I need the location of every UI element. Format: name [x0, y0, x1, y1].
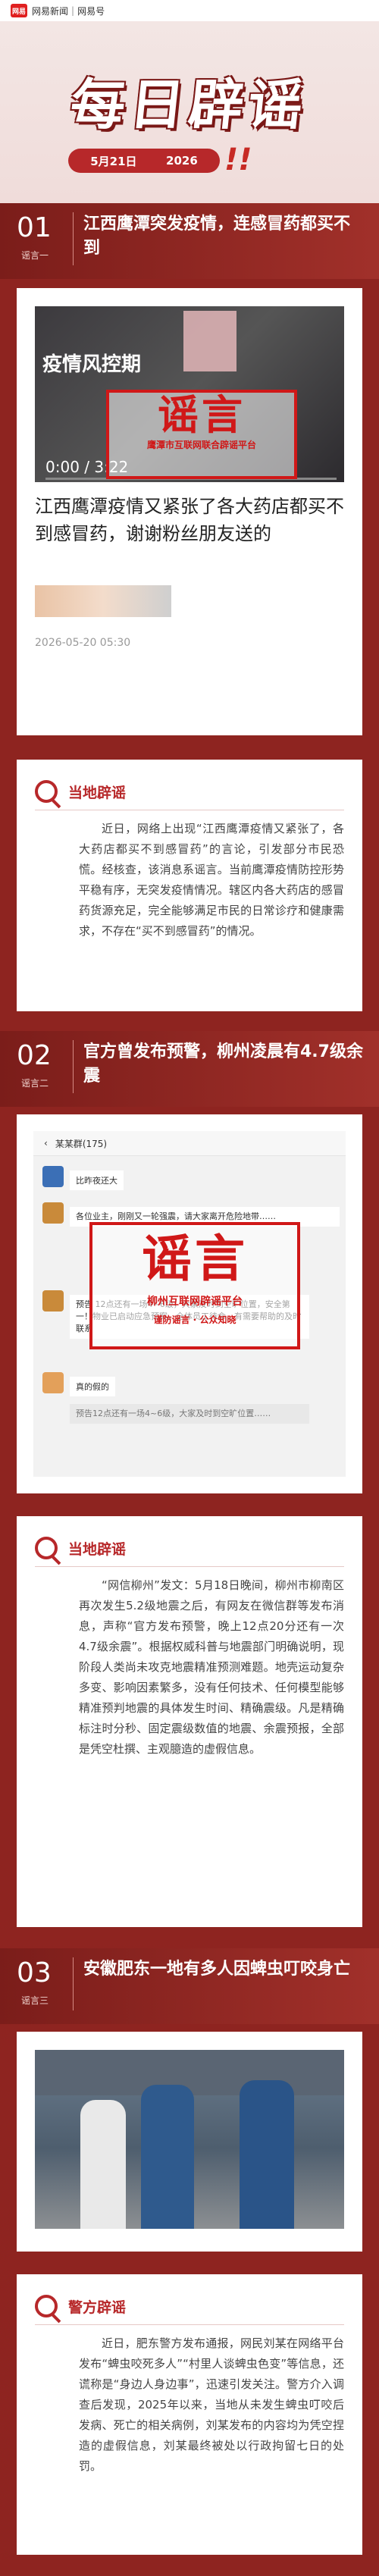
hero-banner: 每日辟谣 5月21日 2026 !!: [0, 21, 379, 203]
brand-name: 网易新闻: [32, 5, 69, 17]
section-divider: [73, 1957, 74, 2010]
debunk-text: 近日，网络上出现“江西鹰潭疫情又紧张了，各大药店都买不到感冒药”的言论，引发部分…: [79, 822, 344, 938]
avatar: [42, 1166, 64, 1187]
exclamation-marks: !!: [224, 143, 252, 177]
section-1-header: 01 谣言一 江西鹰潭突发疫情，连感冒药都买不到: [0, 203, 379, 279]
magnifier-icon: [35, 1537, 58, 1559]
back-icon[interactable]: ‹: [44, 1138, 48, 1149]
video-thumbnail[interactable]: 疫情风控期 0:00 / 3:22 谣言 鹰潭市互联网联合辟谣平台: [35, 306, 344, 482]
debunk-3-card: 警方辟谣 近日，肥东警方发布通报，网民刘某在网络平台发布“蜱虫咬死多人”“村里人…: [17, 2274, 362, 2555]
chat-message: 真的假的: [70, 1377, 115, 1396]
section-number: 01: [17, 212, 52, 243]
rumor-stamp: 谣言 柳州互联网辟谣平台 谨防谣言 · 公众知晓: [89, 1222, 300, 1349]
stamp-sub-text: 鹰潭市互联网联合辟谣平台: [146, 440, 256, 450]
chat-screenshot: ‹ 某某群(175) 比昨夜还大 各位业主，刚刚又一轮强震，请大家离开危险地带……: [33, 1131, 346, 1477]
section-title: 安徽肥东一地有多人因蜱虫叮咬身亡: [83, 1960, 351, 1979]
section-number: 02: [17, 1040, 52, 1071]
debunk-2-card: 当地辟谣 “网信柳州”发文：5月18日晚间，柳州市柳南区再次发生5.2级地震之后…: [17, 1516, 362, 1927]
date-label: 5月21日: [90, 154, 137, 168]
divider: [35, 2324, 344, 2325]
section-tag: 谣言一: [21, 250, 49, 261]
section-title: 官方曾发布预警，柳州凌晨有4.7级余震: [83, 1042, 363, 1086]
year-label: 2026: [166, 154, 198, 168]
debunk-title: 当地辟谣: [68, 1540, 127, 1558]
magnifier-icon: [35, 2295, 58, 2317]
section-tag: 谣言二: [21, 1078, 49, 1089]
rumor-1-card: 疫情风控期 0:00 / 3:22 谣言 鹰潭市互联网联合辟谣平台 江西鹰潭疫情…: [17, 288, 362, 735]
stamp-main-text: 谣言: [158, 391, 246, 439]
quoted-message: 预告12点还有一场4~6级，大家及时到空旷位置……: [70, 1404, 309, 1424]
debunk-title: 当地辟谣: [68, 784, 127, 801]
chat-title: 某某群(175): [55, 1138, 108, 1149]
avatar: [42, 1372, 64, 1393]
section-number: 03: [17, 1957, 52, 1988]
section-title: 江西鹰潭突发疫情，连感冒药都买不到: [83, 215, 351, 258]
stamp-sub-text-2: 谨防谣言 · 公众知晓: [153, 1315, 236, 1325]
debunk-text: 近日，肥东警方发布通报，网民刘某在网络平台发布“蜱虫咬死多人”“村里人谈蜱虫色变…: [79, 2336, 344, 2473]
date-pill: 5月21日 2026: [68, 149, 220, 173]
brand-separator: |: [71, 5, 75, 16]
rumor-3-card: [17, 2032, 362, 2252]
avatar: [42, 1290, 64, 1312]
debunk-1-card: 当地辟谣 近日，网络上出现“江西鹰潭疫情又紧张了，各大药店都买不到感冒药”的言论…: [17, 760, 362, 1011]
news-date: 2026-05-20 05:30: [35, 637, 131, 649]
section-divider: [73, 1040, 74, 1093]
debunk-text: “网信柳州”发文：5月18日晚间，柳州市柳南区再次发生5.2级地震之后，有网友在…: [79, 1578, 344, 1756]
news-title: 江西鹰潭疫情又紧张了各大药店都买不到感冒药，谢谢粉丝朋友送的: [35, 496, 344, 544]
magnifier-icon: [35, 780, 58, 803]
chat-header: ‹ 某某群(175): [33, 1131, 346, 1156]
police-officer-figure: [240, 2080, 294, 2229]
top-bar: 网易 网易新闻 | 网易号: [0, 0, 379, 21]
stamp-main-text: 谣言: [142, 1230, 248, 1288]
netease-logo: 网易: [11, 4, 27, 17]
section-divider: [73, 212, 74, 265]
rumor-stamp: 谣言 鹰潭市互联网联合辟谣平台: [106, 390, 297, 479]
police-officer-figure: [141, 2085, 194, 2229]
person-figure: [80, 2100, 126, 2229]
mosaic-face: [183, 311, 236, 371]
page-title: 每日辟谣: [67, 72, 311, 136]
video-caption: 疫情风控期: [42, 353, 142, 376]
chat-message: 比昨夜还大: [70, 1170, 124, 1190]
rumor-2-card: ‹ 某某群(175) 比昨夜还大 各位业主，刚刚又一轮强震，请大家离开危险地带……: [17, 1114, 362, 1493]
section-3-header: 03 谣言三 安徽肥东一地有多人因蜱虫叮咬身亡: [0, 1948, 379, 2024]
blurred-image: [35, 585, 171, 617]
stamp-sub-text: 柳州互联网辟谣平台: [147, 1296, 243, 1308]
debunk-title: 警方辟谣: [68, 2299, 127, 2316]
section-2-header: 02 谣言二 官方曾发布预警，柳州凌晨有4.7级余震: [0, 1031, 379, 1107]
divider: [35, 1566, 344, 1567]
avatar: [42, 1202, 64, 1224]
section-tag: 谣言三: [21, 1995, 49, 2006]
brand-subname: 网易号: [77, 5, 105, 17]
police-photo: [35, 2050, 344, 2229]
